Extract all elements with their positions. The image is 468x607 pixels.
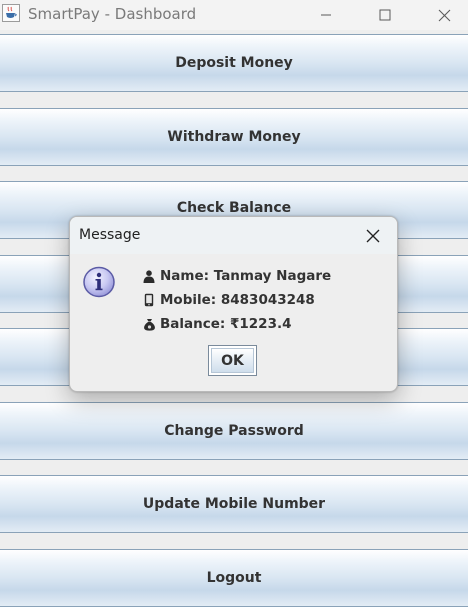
close-icon[interactable] bbox=[421, 0, 467, 30]
logout-button[interactable]: Logout bbox=[0, 549, 468, 607]
minimize-icon[interactable] bbox=[303, 0, 349, 30]
dialog-mobile-line: Mobile: 8483043248 bbox=[142, 291, 315, 309]
window-title: SmartPay - Dashboard bbox=[28, 5, 197, 23]
dialog-name-line: Name: Tanmay Nagare bbox=[142, 267, 331, 285]
withdraw-money-label: Withdraw Money bbox=[167, 129, 301, 145]
logout-label: Logout bbox=[206, 570, 262, 586]
update-mobile-number-button[interactable]: Update Mobile Number bbox=[0, 475, 468, 533]
ok-button-face: OK bbox=[211, 348, 254, 373]
update-mobile-number-label: Update Mobile Number bbox=[142, 496, 326, 512]
java-cup-icon bbox=[2, 4, 20, 22]
mobile-phone-icon bbox=[142, 293, 156, 307]
dialog-title: Message bbox=[79, 227, 141, 243]
dialog-name-text: Name: Tanmay Nagare bbox=[160, 268, 332, 284]
maximize-icon[interactable] bbox=[362, 0, 408, 30]
person-icon bbox=[142, 269, 156, 283]
info-icon bbox=[83, 266, 117, 304]
money-bag-icon bbox=[142, 318, 156, 331]
window-titlebar: SmartPay - Dashboard bbox=[0, 0, 468, 30]
change-password-button[interactable]: Change Password bbox=[0, 402, 468, 460]
dialog-balance-line: Balance: ₹1223.4 bbox=[142, 315, 292, 333]
dialog-mobile-text: Mobile: 8483043248 bbox=[160, 292, 315, 308]
deposit-money-label: Deposit Money bbox=[175, 55, 293, 71]
dialog-balance-text: Balance: ₹1223.4 bbox=[160, 316, 292, 332]
message-dialog: Message Name: Tanmay Nagare Mobile: 8483… bbox=[69, 216, 398, 392]
dialog-close-icon[interactable] bbox=[360, 223, 386, 249]
change-password-label: Change Password bbox=[164, 423, 304, 439]
dialog-titlebar: Message bbox=[70, 217, 397, 254]
check-balance-label: Check Balance bbox=[176, 200, 292, 216]
ok-button[interactable]: OK bbox=[208, 345, 257, 376]
ok-button-label: OK bbox=[221, 352, 244, 369]
deposit-money-button[interactable]: Deposit Money bbox=[0, 34, 468, 92]
withdraw-money-button[interactable]: Withdraw Money bbox=[0, 108, 468, 166]
